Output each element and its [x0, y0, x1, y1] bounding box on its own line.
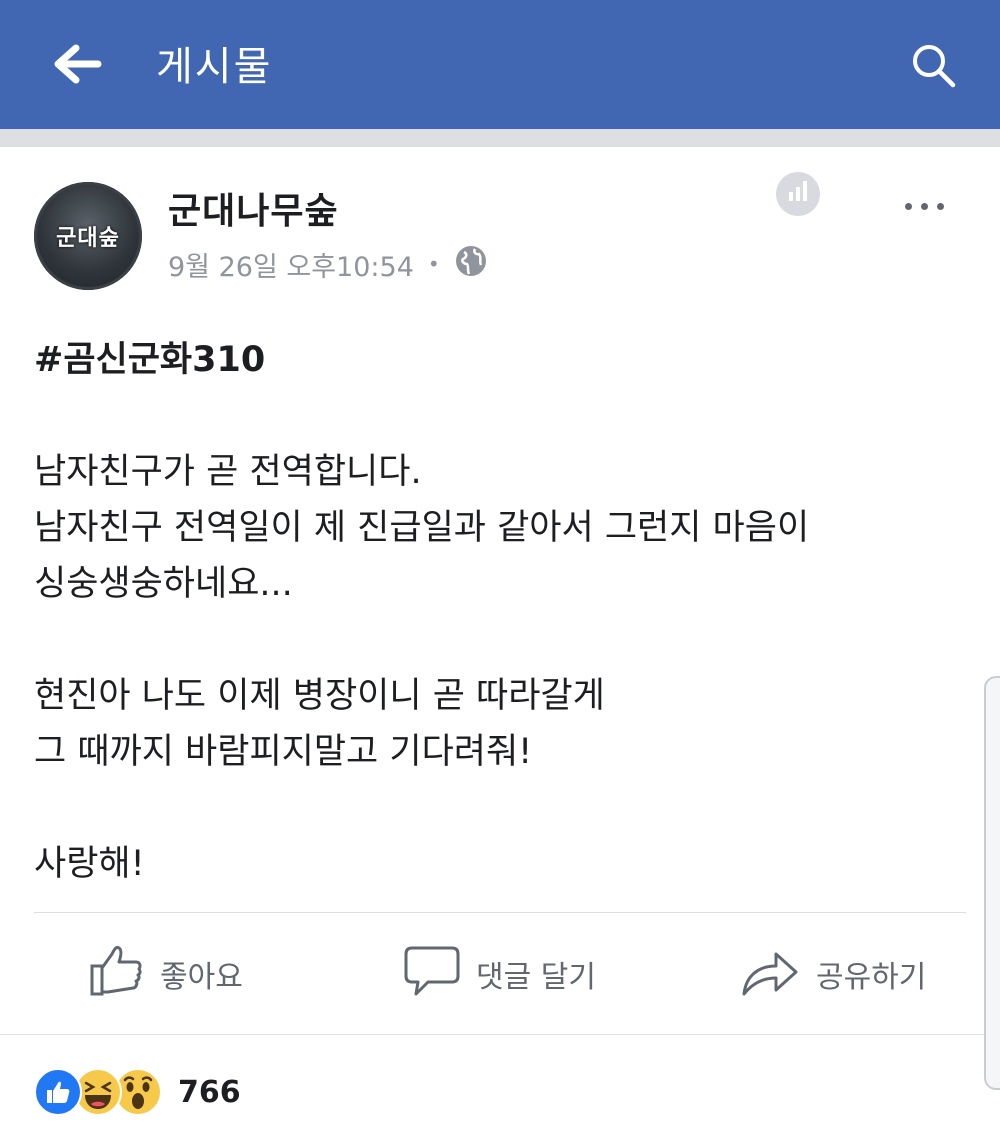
share-button[interactable]: 공유하기	[740, 942, 926, 1006]
avatar-label: 군대숲	[56, 226, 120, 251]
page-title: 게시물	[156, 44, 273, 90]
share-arrow-icon	[740, 942, 800, 1006]
arrow-left-icon	[52, 44, 102, 88]
insights-button[interactable]	[776, 172, 820, 216]
reactions-summary[interactable]: 766	[34, 1068, 241, 1116]
share-label: 공유하기	[816, 960, 927, 995]
post-text-line: 그 때까지 바람피지말고 기다려줘!	[34, 732, 533, 772]
post-timestamp[interactable]: 9월 26일 오후10:54	[168, 245, 414, 284]
header-divider	[0, 129, 1000, 147]
avatar[interactable]: 군대숲	[34, 182, 142, 290]
like-reaction-icon	[34, 1068, 82, 1116]
search-button[interactable]	[904, 38, 962, 96]
hashtag-link[interactable]: #곰신군화310	[34, 332, 964, 388]
post-author-name[interactable]: 군대나무숲	[168, 182, 339, 234]
globe-icon[interactable]	[454, 244, 488, 285]
more-options-button[interactable]	[892, 188, 956, 224]
post-meta: 9월 26일 오후10:54 •	[168, 244, 488, 284]
like-button[interactable]: 좋아요	[88, 942, 243, 1006]
reaction-count: 766	[178, 1074, 241, 1110]
top-app-bar: 게시물	[0, 0, 1000, 129]
post-text-line: 사랑해!	[34, 844, 145, 884]
scrollbar-thumb[interactable]	[984, 676, 1000, 1090]
post-text-line: 남자친구 전역일이 제 진급일과 같아서 그런지 마음이	[34, 508, 810, 548]
search-icon	[909, 41, 957, 93]
post-text-line: 현진아 나도 이제 병장이니 곧 따라갈게	[34, 676, 605, 716]
thumbs-up-icon	[88, 942, 144, 1006]
post-text-line: 싱숭생숭하네요...	[34, 564, 293, 604]
bar-chart-icon	[776, 168, 820, 216]
action-divider	[34, 912, 966, 913]
comment-button[interactable]: 댓글 달기	[404, 942, 596, 1006]
like-label: 좋아요	[160, 960, 243, 995]
meta-separator: •	[427, 252, 440, 276]
back-button[interactable]	[48, 38, 106, 94]
post-body: #곰신군화310 남자친구가 곧 전역합니다. 남자친구 전역일이 제 진급일과…	[34, 332, 964, 892]
comment-bubble-icon	[404, 942, 460, 1006]
comment-label: 댓글 달기	[476, 960, 596, 995]
more-horizontal-icon	[904, 202, 944, 210]
reactions-divider	[0, 1034, 1000, 1035]
post-text-line: 남자친구가 곧 전역합니다.	[34, 452, 422, 492]
